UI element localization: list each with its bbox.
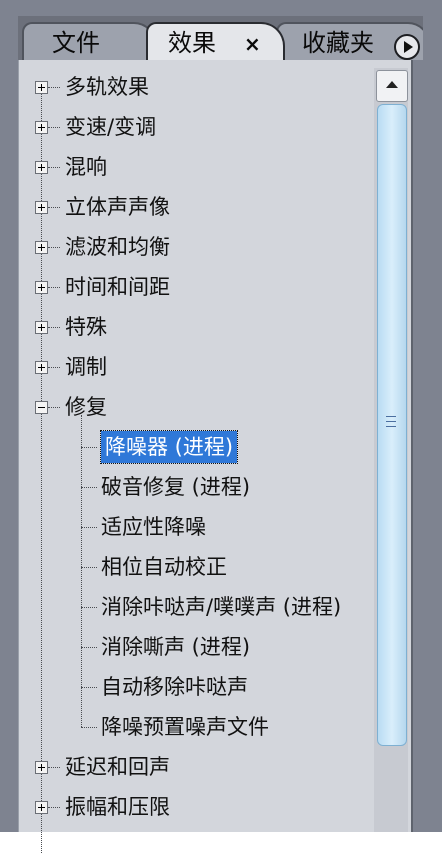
- tree-item-label: 时间和间距: [65, 275, 170, 299]
- close-icon[interactable]: ×: [244, 25, 261, 60]
- tree-subitem[interactable]: 自动移除咔哒声: [19, 669, 374, 705]
- tab-effects[interactable]: 效果 ×: [146, 22, 285, 60]
- tree-connector: [81, 687, 97, 688]
- expand-icon[interactable]: [35, 321, 48, 334]
- tab-favorites-label: 收藏夹: [302, 29, 374, 57]
- expand-icon[interactable]: [35, 281, 48, 294]
- tree-connector: [48, 127, 60, 128]
- scroll-up-button[interactable]: [376, 70, 408, 102]
- tree-item[interactable]: 振幅和压限: [19, 789, 374, 825]
- expand-icon[interactable]: [35, 121, 48, 134]
- effects-tree-panel: 多轨效果变速/变调混响立体声声像滤波和均衡时间和间距特殊调制修复降噪器 (进程)…: [18, 60, 412, 853]
- tree-subitem-label: 降噪预置噪声文件: [101, 715, 269, 739]
- tree-subitem[interactable]: 相位自动校正: [19, 549, 374, 585]
- tree-connector: [81, 487, 97, 488]
- tree-item-label: 特殊: [65, 315, 107, 339]
- tree-branch-line: [81, 415, 82, 727]
- tree-item-label: 多轨效果: [65, 75, 149, 99]
- tree-connector: [48, 367, 60, 368]
- tree-item[interactable]: 特殊: [19, 309, 374, 345]
- tree-item[interactable]: 立体声声像: [19, 189, 374, 225]
- tree-connector: [48, 807, 60, 808]
- tree-item-label: 变速/变调: [65, 115, 157, 139]
- tree-connector: [48, 407, 60, 408]
- tab-strip: 文件 收藏夹 效果 ×: [18, 16, 423, 60]
- tree-connector: [48, 207, 60, 208]
- tree-item[interactable]: 调制: [19, 349, 374, 385]
- tree-item[interactable]: 滤波和均衡: [19, 229, 374, 265]
- tree-connector: [48, 247, 60, 248]
- tree-connector: [81, 647, 97, 648]
- tree-item-label: 混响: [65, 155, 107, 179]
- tree-connector: [81, 607, 97, 608]
- tree-connector: [48, 167, 60, 168]
- tree-item[interactable]: 变速/变调: [19, 109, 374, 145]
- tab-scroll-right-icon[interactable]: [394, 34, 420, 60]
- tree-item[interactable]: 延迟和回声: [19, 749, 374, 785]
- tree-connector: [48, 767, 60, 768]
- tree-item[interactable]: 时间和间距: [19, 269, 374, 305]
- collapse-icon[interactable]: [35, 401, 48, 414]
- tree-connector: [48, 327, 60, 328]
- tab-files-label: 文件: [52, 29, 100, 57]
- expand-icon[interactable]: [35, 761, 48, 774]
- tree-connector: [48, 87, 60, 88]
- tree-connector: [81, 527, 97, 528]
- tree-subitem[interactable]: 破音修复 (进程): [19, 469, 374, 505]
- tree-item-label: 立体声声像: [65, 195, 170, 219]
- expand-icon[interactable]: [35, 81, 48, 94]
- tree-subitem[interactable]: 消除嘶声 (进程): [19, 629, 374, 665]
- tree-subitem[interactable]: 降噪预置噪声文件: [19, 709, 374, 745]
- tree-subitem-label: 适应性降噪: [101, 515, 206, 539]
- expand-icon[interactable]: [35, 161, 48, 174]
- tree-item-label: 调制: [65, 355, 107, 379]
- tree-item-label: 修复: [65, 395, 107, 419]
- tree-subitem-label: 破音修复 (进程): [101, 475, 251, 499]
- tree-subitem[interactable]: 适应性降噪: [19, 509, 374, 545]
- tree-connector: [81, 727, 97, 728]
- tree-item-label: 延迟和回声: [65, 755, 170, 779]
- tree-item[interactable]: 多轨效果: [19, 69, 374, 105]
- tree-connector: [81, 447, 97, 448]
- tab-effects-label: 效果: [168, 29, 216, 57]
- expand-icon[interactable]: [35, 201, 48, 214]
- tab-files[interactable]: 文件: [22, 22, 156, 60]
- expand-icon[interactable]: [35, 241, 48, 254]
- expand-icon[interactable]: [35, 361, 48, 374]
- tree-subitem-label: 相位自动校正: [101, 555, 227, 579]
- tree-subitem-label: 自动移除咔哒声: [101, 675, 248, 699]
- expand-icon[interactable]: [35, 801, 48, 814]
- tree-item-label: 振幅和压限: [65, 795, 170, 819]
- tree-item-label: 滤波和均衡: [65, 235, 170, 259]
- tree-item-selected[interactable]: 降噪器 (进程): [19, 429, 374, 465]
- tree-connector: [81, 567, 97, 568]
- tree-item[interactable]: 混响: [19, 149, 374, 185]
- scroll-grip-icon: [386, 416, 396, 430]
- tree-subitem-label: 消除嘶声 (进程): [101, 635, 251, 659]
- tree-subitem-label: 降噪器 (进程): [99, 430, 239, 464]
- tree-subitem-label: 消除咔哒声/噗噗声 (进程): [101, 595, 342, 619]
- tree-subitem[interactable]: 消除咔哒声/噗噗声 (进程): [19, 589, 374, 625]
- window-border: [411, 60, 413, 832]
- tree-connector: [48, 287, 60, 288]
- tree-item[interactable]: 修复: [19, 389, 374, 425]
